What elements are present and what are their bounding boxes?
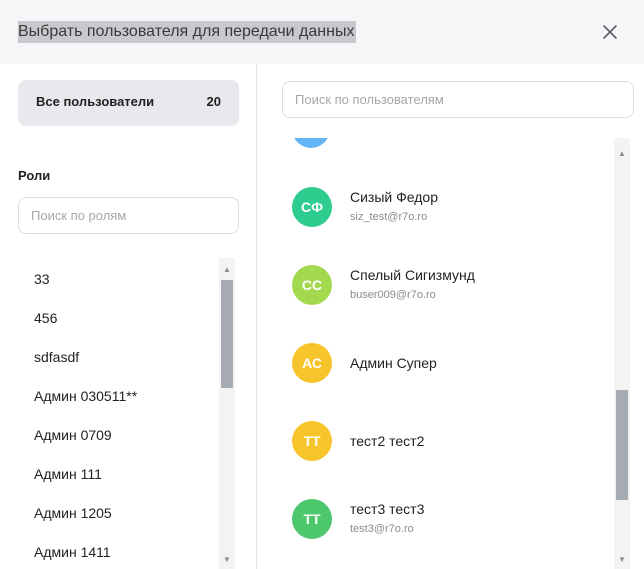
- user-row[interactable]: ТТ тест3 тест3 test3@r7o.ro: [282, 480, 612, 558]
- user-row[interactable]: АС Админ Супер: [282, 324, 612, 402]
- role-item[interactable]: Админ 1205: [18, 494, 218, 533]
- role-item[interactable]: Админ 0709: [18, 416, 218, 455]
- roles-list: 33 456 sdfasdf Админ 030511** Админ 0709…: [18, 258, 218, 569]
- user-name: тест3 тест3: [350, 501, 425, 517]
- avatar: АС: [292, 343, 332, 383]
- all-users-button[interactable]: Все пользователи 20: [18, 80, 239, 126]
- users-scrollbar-thumb[interactable]: [616, 390, 628, 500]
- role-item[interactable]: Админ 030511**: [18, 377, 218, 416]
- users-scrollbar[interactable]: ▲ ▼: [614, 138, 630, 569]
- user-email: buser009@r7o.ro: [350, 289, 436, 301]
- avatar: ТТ: [292, 499, 332, 539]
- all-users-label: Все пользователи: [36, 94, 155, 109]
- panel-divider: [256, 64, 257, 569]
- dialog-header: Выбрать пользователя для передачи данных: [0, 0, 644, 64]
- roles-scrollbar-thumb[interactable]: [221, 280, 233, 388]
- user-row[interactable]: СФ Сизый Федор siz_test@r7o.ro: [282, 168, 612, 246]
- role-item[interactable]: sdfasdf: [18, 338, 218, 377]
- role-item[interactable]: Админ 1411: [18, 533, 218, 569]
- user-name: Админ Супер: [350, 355, 437, 371]
- avatar: ТТ: [292, 421, 332, 461]
- roles-heading: Роли: [18, 168, 51, 183]
- user-row[interactable]: ТТ тест2 тест2: [282, 402, 612, 480]
- dialog-title: Выбрать пользователя для передачи данных: [18, 21, 357, 43]
- close-icon[interactable]: [598, 20, 622, 44]
- user-name: Сизый Федор: [350, 189, 438, 205]
- avatar: [292, 138, 330, 148]
- scroll-down-arrow-icon[interactable]: ▼: [223, 556, 231, 564]
- user-row[interactable]: СС Спелый Сигизмунд buser009@r7o.ro: [282, 246, 612, 324]
- user-name: Спелый Сигизмунд: [350, 267, 475, 283]
- roles-search-input[interactable]: [18, 197, 239, 234]
- scroll-up-arrow-icon[interactable]: ▲: [223, 266, 231, 274]
- scroll-up-arrow-icon[interactable]: ▲: [618, 150, 626, 158]
- user-name: тест2 тест2: [350, 433, 425, 449]
- avatar: СС: [292, 265, 332, 305]
- user-email: siz_test@r7o.ro: [350, 211, 428, 223]
- users-search-input[interactable]: [282, 81, 634, 118]
- user-email: test3@r7o.ro: [350, 523, 414, 535]
- role-item[interactable]: Админ 111: [18, 455, 218, 494]
- role-item[interactable]: 456: [18, 299, 218, 338]
- scroll-down-arrow-icon[interactable]: ▼: [618, 556, 626, 564]
- all-users-count: 20: [206, 94, 221, 109]
- role-item[interactable]: 33: [18, 260, 218, 299]
- avatar: СФ: [292, 187, 332, 227]
- users-list: СФ Сизый Федор siz_test@r7o.ro СС Спелый…: [282, 138, 612, 569]
- roles-scrollbar[interactable]: ▲ ▼: [219, 258, 235, 569]
